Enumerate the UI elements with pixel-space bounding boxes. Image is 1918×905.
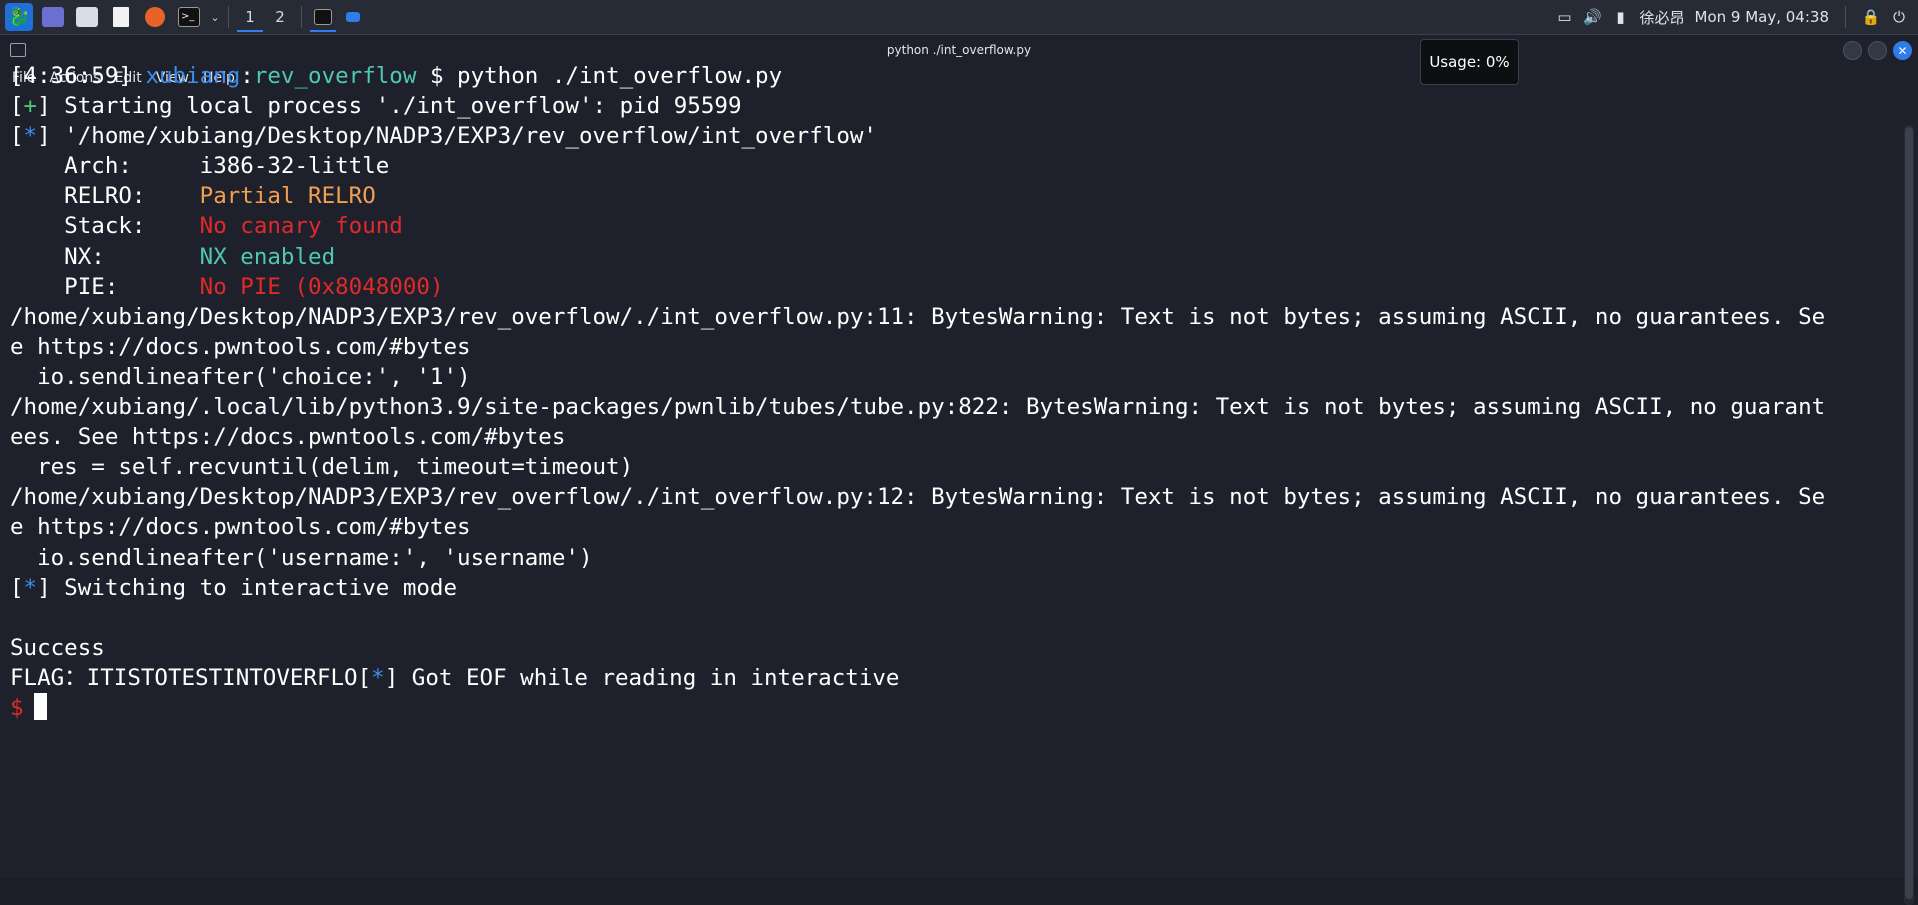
terminal-text: [ [10,93,24,119]
top-panel: 🐉 >_ ⌄ 1 2 ▭ 🔊 ▮ 徐必昂 Mon 9 May, 04:38 🔒 … [0,0,1918,35]
terminal-text: * [24,123,38,149]
terminal-text: Arch: i386-32-little [10,153,389,179]
text-cursor [34,693,47,720]
close-button[interactable]: ✕ [1893,41,1912,60]
workspace-2[interactable]: 2 [265,2,295,32]
terminal-text: /home/xubiang/.local/lib/python3.9/site-… [10,394,1825,420]
text-editor-icon[interactable] [106,2,136,32]
terminal-line: Arch: i386-32-little [10,151,1888,181]
lock-icon[interactable]: 🔒 [1862,9,1880,25]
maximize-button[interactable] [1868,41,1887,60]
clock[interactable]: Mon 9 May, 04:38 [1695,8,1829,26]
terminal-line: /home/xubiang/Desktop/NADP3/EXP3/rev_ove… [10,302,1888,332]
terminal-line: PIE: No PIE (0x8048000) [10,272,1888,302]
terminal-text: res = self.recvuntil(delim, timeout=time… [10,454,633,480]
terminal-text: ] '/home/xubiang/Desktop/NADP3/EXP3/rev_… [37,123,877,149]
terminal-text: RELRO: [10,183,200,209]
terminal-text: ] Got EOF while reading in interactive [385,665,900,691]
terminal-text: [ [10,123,24,149]
terminal-text: Success [10,635,105,661]
battery-icon[interactable]: ▮ [1612,9,1630,25]
terminal-line: res = self.recvuntil(delim, timeout=time… [10,452,1888,482]
terminal-line: [4:36:59] xubiang:rev_overflow $ python … [10,61,1888,91]
terminal-line: [+] Starting local process './int_overfl… [10,91,1888,121]
terminal-line: io.sendlineafter('choice:', '1') [10,362,1888,392]
kali-menu-icon[interactable]: 🐉 [4,2,34,32]
terminal-line: NX: NX enabled [10,242,1888,272]
window-title: python ./int_overflow.py [887,43,1031,57]
terminal-text: NX enabled [200,244,335,270]
cpu-usage-tooltip: Usage: 0% [1420,39,1519,85]
terminal-text: ] Starting local process './int_overflow… [37,93,741,119]
terminal-line: ees. See https://docs.pwntools.com/#byte… [10,422,1888,452]
terminal-text: Stack: [10,213,200,239]
terminal-prompt-line[interactable]: $ [10,693,1888,723]
terminal-text: [ [10,575,24,601]
terminal-line: /home/xubiang/.local/lib/python3.9/site-… [10,392,1888,422]
terminal-text: /home/xubiang/Desktop/NADP3/EXP3/rev_ove… [10,304,1825,330]
screen-icon[interactable]: ▭ [1556,9,1574,25]
terminal-line: /home/xubiang/Desktop/NADP3/EXP3/rev_ove… [10,482,1888,512]
workspace-icon[interactable] [38,2,68,32]
terminal-text: /home/xubiang/Desktop/NADP3/EXP3/rev_ove… [10,484,1825,510]
terminal-text: + [24,93,38,119]
terminal-text: * [371,665,385,691]
terminal-text: No PIE (0x8048000) [200,274,444,300]
terminal-text: ees. See https://docs.pwntools.com/#byte… [10,424,565,450]
terminal-text: * [24,575,38,601]
terminal-line: io.sendlineafter('username:', 'username'… [10,543,1888,573]
minimize-button[interactable] [1843,41,1862,60]
window-icon [10,43,26,57]
terminal-text: NX: [10,244,200,270]
terminal-text: e https://docs.pwntools.com/#bytes [10,334,471,360]
terminal-text: PIE: [10,274,200,300]
terminal-text: Partial RELRO [200,183,376,209]
terminal-line: [*] '/home/xubiang/Desktop/NADP3/EXP3/re… [10,121,1888,151]
terminal-text: io.sendlineafter('choice:', '1') [10,364,471,390]
firefox-icon[interactable] [140,2,170,32]
system-tray: ▭ 🔊 ▮ 徐必昂 Mon 9 May, 04:38 🔒 ⏻ [1556,0,1918,34]
terminal-text: ] Switching to interactive mode [37,575,457,601]
terminal-text: rev_overflow [254,63,417,89]
panel-separator [301,6,302,28]
taskbar-window-icon[interactable] [338,2,368,32]
terminal-line: Stack: No canary found [10,211,1888,241]
terminal-line [10,603,1888,633]
terminal-text: xubiang [145,63,240,89]
prompt-symbol: $ [10,695,24,721]
terminal-text: [4:36:59] [10,63,145,89]
terminal-text: io.sendlineafter('username:', 'username'… [10,545,592,571]
terminal-text: e https://docs.pwntools.com/#bytes [10,514,471,540]
workspace-1[interactable]: 1 [235,2,265,32]
username-label[interactable]: 徐必昂 [1640,7,1685,28]
file-manager-icon[interactable] [72,2,102,32]
terminal-line: [*] Switching to interactive mode [10,573,1888,603]
volume-icon[interactable]: 🔊 [1584,9,1602,25]
terminal-icon[interactable]: >_ [174,2,204,32]
terminal-line: FLAG：ITISTOTESTINTOVERFLO[*] Got EOF whi… [10,663,1888,693]
power-icon[interactable]: ⏻ [1890,9,1908,25]
scrollbar-thumb[interactable] [1905,127,1913,899]
terminal-scrollbar[interactable] [1904,125,1914,905]
tray-separator [1845,6,1846,28]
terminal-text: FLAG：ITISTOTESTINTOVERFLO[ [10,665,371,691]
terminal-text: : [240,63,254,89]
chevron-down-icon[interactable]: ⌄ [208,2,222,32]
taskbar-terminal-window[interactable] [308,2,338,32]
panel-separator [228,6,229,28]
terminal-line: RELRO: Partial RELRO [10,181,1888,211]
terminal-line: Success [10,633,1888,663]
terminal-output[interactable]: [4:36:59] xubiang:rev_overflow $ python … [10,61,1888,723]
terminal-text: No canary found [200,213,403,239]
terminal-line: e https://docs.pwntools.com/#bytes [10,512,1888,542]
terminal-line: e https://docs.pwntools.com/#bytes [10,332,1888,362]
terminal-text: $ python ./int_overflow.py [416,63,782,89]
